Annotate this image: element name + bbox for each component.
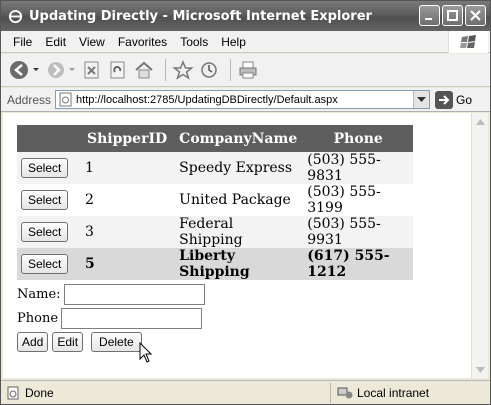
vertical-scrollbar[interactable] xyxy=(471,113,488,378)
stop-icon xyxy=(84,61,99,79)
table-row-selected: Select 5 Liberty Shipping (617) 555-1212 xyxy=(17,248,414,280)
menu-view[interactable]: View xyxy=(73,35,112,49)
print-button[interactable] xyxy=(237,58,259,82)
grid-header-select xyxy=(17,125,81,152)
print-icon xyxy=(239,61,257,79)
shipper-form: Name: Phone Add Edit Delete xyxy=(17,282,205,352)
grid-header-companyname: CompanyName xyxy=(173,125,304,152)
security-zone-text: Local intranet xyxy=(357,385,430,400)
toolbar-separator xyxy=(230,59,231,81)
table-row: Select 2 United Package (503) 555-3199 xyxy=(17,184,414,216)
select-button[interactable]: Select xyxy=(21,190,69,210)
back-arrow-icon xyxy=(10,61,39,79)
scroll-up-arrow-icon[interactable] xyxy=(472,113,489,130)
cell-companyname: Liberty Shipping xyxy=(173,248,304,280)
cell-shipperid: 2 xyxy=(81,184,174,216)
maximize-button[interactable] xyxy=(442,5,463,26)
windows-logo-icon xyxy=(448,31,488,53)
cell-companyname: Speedy Express xyxy=(173,152,304,184)
scroll-down-arrow-icon[interactable] xyxy=(472,361,489,378)
delete-button[interactable]: Delete xyxy=(91,332,142,352)
address-dropdown-button[interactable] xyxy=(413,91,430,108)
status-bar: Done Local intranet xyxy=(1,380,490,404)
status-text: Done xyxy=(25,385,54,400)
select-button[interactable]: Select xyxy=(21,158,69,178)
home-icon xyxy=(135,61,153,79)
table-row: Select 1 Speedy Express (503) 555-9831 xyxy=(17,152,414,184)
cell-phone: (617) 555-1212 xyxy=(303,248,414,280)
forward-button[interactable] xyxy=(45,58,77,82)
menu-help[interactable]: Help xyxy=(215,35,253,49)
cell-phone: (503) 555-9931 xyxy=(303,216,414,248)
window-title: Updating Directly - Microsoft Internet E… xyxy=(29,8,372,24)
ie-icon xyxy=(7,8,23,24)
stop-button[interactable] xyxy=(81,58,103,82)
chevron-down-icon xyxy=(417,96,427,102)
back-button[interactable] xyxy=(7,58,41,82)
history-icon xyxy=(201,62,217,78)
go-label: Go xyxy=(456,92,473,107)
name-input[interactable] xyxy=(63,283,205,305)
star-icon xyxy=(172,60,194,80)
minimize-button[interactable] xyxy=(419,5,440,26)
page-content: ShipperID CompanyName Phone Select 1 Spe… xyxy=(3,113,471,378)
menu-edit[interactable]: Edit xyxy=(39,35,73,49)
cell-shipperid: 3 xyxy=(81,216,174,248)
cell-companyname: United Package xyxy=(173,184,304,216)
shippers-grid: ShipperID CompanyName Phone Select 1 Spe… xyxy=(17,125,414,280)
toolbar-separator xyxy=(165,59,166,81)
intranet-zone-icon xyxy=(337,387,353,398)
go-button[interactable]: Go xyxy=(435,90,473,109)
address-input[interactable]: http://localhost:2785/UpdatingDBDirectly… xyxy=(55,90,431,109)
address-label: Address xyxy=(7,92,52,107)
cell-companyname: Federal Shipping xyxy=(173,216,304,248)
go-arrow-icon xyxy=(435,90,454,109)
address-url: http://localhost:2785/UpdatingDBDirectly… xyxy=(76,93,338,106)
toolbar xyxy=(1,54,490,87)
history-button[interactable] xyxy=(198,58,220,82)
menu-file[interactable]: File xyxy=(7,35,39,49)
address-bar: Address http://localhost:2785/UpdatingDB… xyxy=(1,88,490,112)
cell-shipperid: 5 xyxy=(81,248,174,280)
grid-header-shipperid: ShipperID xyxy=(81,125,174,152)
menu-bar: File Edit View Favorites Tools Help xyxy=(1,31,490,53)
select-button[interactable]: Select xyxy=(21,254,69,274)
cell-phone: (503) 555-3199 xyxy=(303,184,414,216)
refresh-icon xyxy=(110,61,125,79)
cell-shipperid: 1 xyxy=(81,152,174,184)
grid-header-phone: Phone xyxy=(303,125,414,152)
name-label: Name: xyxy=(17,286,61,302)
phone-input[interactable] xyxy=(61,307,203,329)
page-done-icon xyxy=(7,386,19,399)
page-icon xyxy=(59,92,72,107)
close-button[interactable] xyxy=(465,5,486,26)
phone-label: Phone xyxy=(17,310,59,326)
select-button[interactable]: Select xyxy=(21,222,69,242)
mouse-cursor-icon xyxy=(139,342,153,363)
refresh-button[interactable] xyxy=(107,58,129,82)
add-button[interactable]: Add xyxy=(17,332,49,352)
cell-phone: (503) 555-9831 xyxy=(303,152,414,184)
edit-button[interactable]: Edit xyxy=(52,332,84,352)
home-button[interactable] xyxy=(133,58,155,82)
menu-favorites[interactable]: Favorites xyxy=(112,35,174,49)
forward-arrow-icon xyxy=(48,62,75,78)
favorites-button[interactable] xyxy=(172,58,194,82)
grid-header-row: ShipperID CompanyName Phone xyxy=(17,125,414,152)
menu-tools[interactable]: Tools xyxy=(174,35,215,49)
table-row: Select 3 Federal Shipping (503) 555-9931 xyxy=(17,216,414,248)
browser-window: Updating Directly - Microsoft Internet E… xyxy=(0,0,491,405)
title-bar: Updating Directly - Microsoft Internet E… xyxy=(1,1,490,31)
